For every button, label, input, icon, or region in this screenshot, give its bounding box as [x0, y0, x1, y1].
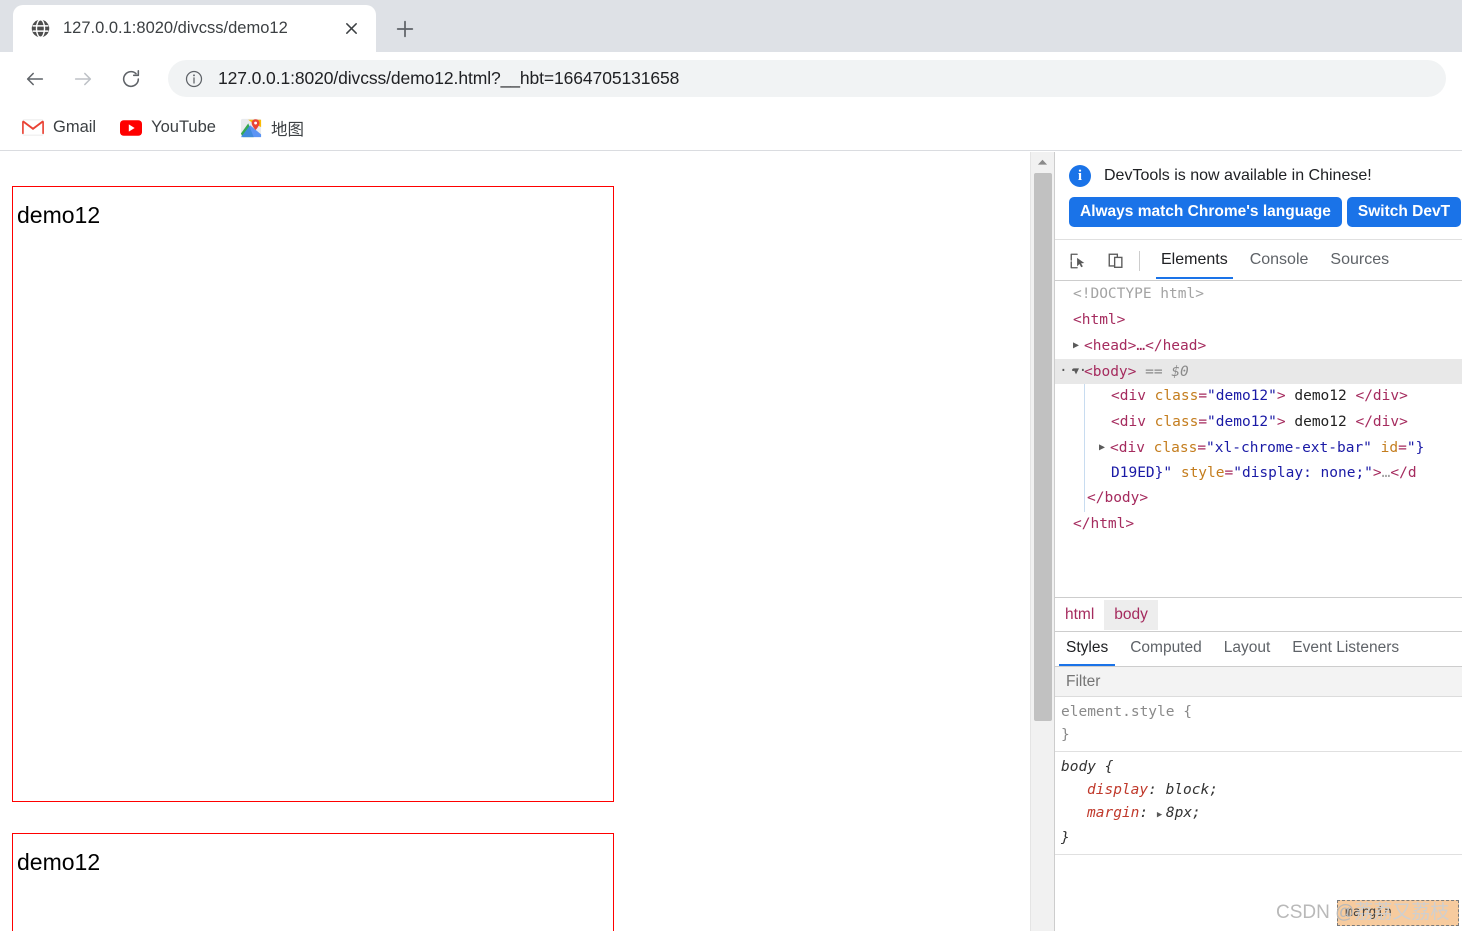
- inspect-element-icon[interactable]: [1063, 247, 1093, 275]
- rule-close: }: [1061, 830, 1070, 846]
- tab-event-listeners[interactable]: Event Listeners: [1281, 633, 1410, 666]
- bookmark-gmail[interactable]: Gmail: [14, 113, 104, 143]
- chevron-right-icon[interactable]: ▶: [1099, 435, 1109, 461]
- dom-line-head[interactable]: ▶ <head>…</head>: [1055, 333, 1462, 359]
- rule-close: }: [1061, 727, 1070, 743]
- forward-arrow-icon: [74, 72, 92, 85]
- declaration-margin[interactable]: margin: ▶ 8px;: [1061, 802, 1462, 827]
- dom-line-div-1[interactable]: <div class="demo12"> demo12 </div>: [1055, 384, 1462, 410]
- plus-icon: [396, 20, 414, 38]
- close-icon[interactable]: [338, 16, 364, 42]
- dom-line-html-close[interactable]: </html>: [1055, 512, 1462, 538]
- declaration-display[interactable]: display: block;: [1061, 779, 1462, 802]
- dom-line-div-3[interactable]: ▶ <div class="xl-chrome-ext-bar" id="}: [1055, 435, 1462, 461]
- watermark-prefix: CSDN @: [1276, 902, 1355, 923]
- page-scrollbar[interactable]: [1030, 152, 1054, 931]
- page-viewport: demo12 demo12: [0, 152, 1030, 931]
- demo12-text: demo12: [17, 849, 101, 875]
- tab-computed[interactable]: Computed: [1119, 633, 1213, 666]
- back-arrow-icon: [26, 72, 44, 85]
- breadcrumb: html body: [1055, 598, 1462, 632]
- reload-button[interactable]: [112, 60, 150, 98]
- indent-guide: [1084, 409, 1085, 435]
- tab-title: 127.0.0.1:8020/divcss/demo12: [63, 19, 288, 37]
- style-rule-body[interactable]: body { display: block; margin: ▶ 8px; }: [1055, 752, 1462, 855]
- dom-line-div-3-cont[interactable]: D19ED}" style="display: none;">…</d: [1055, 460, 1462, 486]
- demo12-box: demo12: [12, 186, 614, 802]
- tab-strip: 127.0.0.1:8020/divcss/demo12: [0, 0, 1462, 52]
- bookmark-maps[interactable]: 地图: [232, 113, 312, 143]
- scrollbar-thumb[interactable]: [1034, 173, 1052, 721]
- demo12-text: demo12: [17, 202, 101, 228]
- browser-window: 127.0.0.1:8020/divcss/demo12 127.0.0.1:8…: [0, 0, 1462, 931]
- watermark-name: 荔荔又荔枝: [1354, 902, 1450, 923]
- rule-selector: element.style {: [1061, 704, 1192, 720]
- chevron-right-icon[interactable]: ▶: [1157, 804, 1166, 827]
- new-tab-button[interactable]: [389, 13, 421, 45]
- styles-filter-input[interactable]: Filter: [1055, 667, 1462, 697]
- tab-console[interactable]: Console: [1239, 243, 1320, 279]
- toolbar-divider: [1139, 250, 1140, 271]
- youtube-icon: [120, 117, 143, 139]
- csdn-watermark: CSDN @荔荔又荔枝: [1276, 897, 1449, 924]
- indent-guide: [1084, 435, 1085, 461]
- dom-line-doctype[interactable]: <!DOCTYPE html>: [1055, 282, 1462, 308]
- bookmark-label: Gmail: [53, 118, 97, 136]
- bookmark-label: 地图: [270, 120, 304, 139]
- device-toolbar-icon[interactable]: [1101, 247, 1131, 275]
- tab-layout[interactable]: Layout: [1213, 633, 1282, 666]
- dom-line-html-open[interactable]: <html>: [1055, 308, 1462, 334]
- bookmark-label: YouTube: [151, 118, 216, 136]
- more-options-icon[interactable]: ···: [1059, 359, 1088, 385]
- address-bar[interactable]: 127.0.0.1:8020/divcss/demo12.html?__hbt=…: [168, 60, 1446, 97]
- breadcrumb-html[interactable]: html: [1055, 600, 1104, 630]
- indent-guide: [1084, 384, 1085, 410]
- devtools-panel: i DevTools is now available in Chinese! …: [1054, 152, 1462, 931]
- back-button[interactable]: [16, 60, 54, 98]
- browser-toolbar: 127.0.0.1:8020/divcss/demo12.html?__hbt=…: [0, 52, 1462, 105]
- url-text[interactable]: 127.0.0.1:8020/divcss/demo12.html?__hbt=…: [218, 68, 679, 89]
- globe-icon: [30, 18, 51, 39]
- tab-styles[interactable]: Styles: [1055, 633, 1119, 666]
- styles-pane[interactable]: element.style { } body { display: block;…: [1055, 697, 1462, 931]
- dom-line-body-open[interactable]: ··· ▼ <body> == $0: [1055, 358, 1462, 385]
- breadcrumb-body[interactable]: body: [1104, 599, 1158, 630]
- devtools-language-notice: i DevTools is now available in Chinese! …: [1055, 152, 1462, 240]
- switch-devtools-language-button[interactable]: Switch DevT: [1346, 197, 1462, 227]
- bookmarks-bar: Gmail YouTube 地图: [0, 105, 1462, 151]
- filter-placeholder: Filter: [1066, 672, 1101, 690]
- devtools-subtabs: Styles Computed Layout Event Listeners: [1055, 632, 1462, 667]
- indent-guide: [1084, 486, 1085, 512]
- reload-icon: [122, 69, 140, 87]
- browser-tab[interactable]: 127.0.0.1:8020/divcss/demo12: [13, 5, 376, 52]
- google-maps-icon: [240, 117, 262, 139]
- scroll-up-arrow-icon[interactable]: [1031, 152, 1054, 172]
- devtools-tabbar: Elements Console Sources: [1055, 241, 1462, 281]
- info-icon: i: [1069, 165, 1091, 187]
- gmail-icon: [22, 117, 44, 139]
- info-circle-icon[interactable]: [182, 67, 206, 91]
- dom-line-div-2[interactable]: <div class="demo12"> demo12 </div>: [1055, 409, 1462, 435]
- always-match-language-button[interactable]: Always match Chrome's language: [1069, 197, 1342, 227]
- notice-message: DevTools is now available in Chinese!: [1104, 167, 1372, 184]
- indent-guide: [1084, 460, 1085, 486]
- tab-sources[interactable]: Sources: [1319, 243, 1400, 279]
- dom-line-body-close[interactable]: </body>: [1055, 486, 1462, 512]
- tab-elements[interactable]: Elements: [1150, 243, 1239, 279]
- style-rule-element-style[interactable]: element.style { }: [1055, 697, 1462, 752]
- bookmark-youtube[interactable]: YouTube: [112, 113, 224, 143]
- dom-tree[interactable]: <!DOCTYPE html> <html> ▶ <head>…</head> ·…: [1055, 282, 1462, 597]
- forward-button[interactable]: [64, 60, 102, 98]
- rule-selector: body {: [1061, 759, 1114, 775]
- chevron-right-icon[interactable]: ▶: [1073, 333, 1083, 359]
- demo12-box: demo12: [12, 833, 614, 931]
